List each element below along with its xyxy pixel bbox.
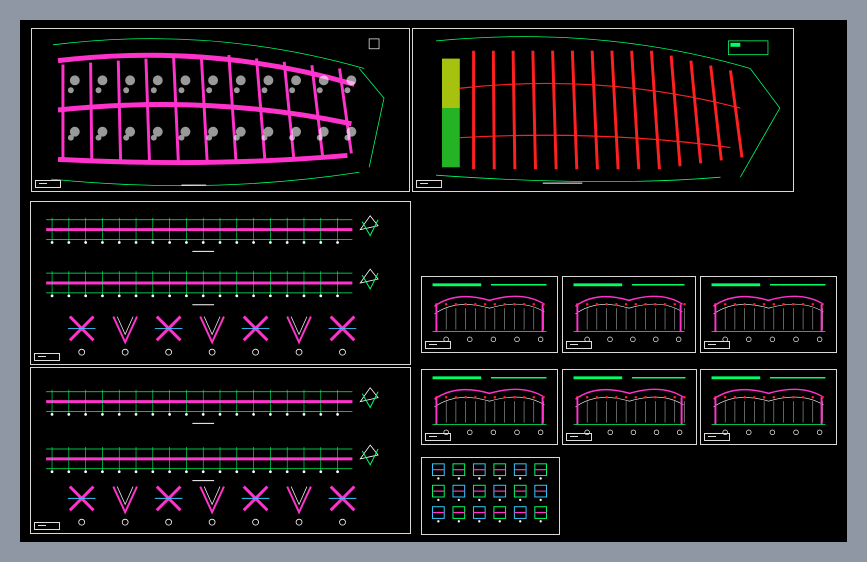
sheet-section-1[interactable] [421,276,558,353]
title-block [704,433,730,441]
title-block [425,433,451,441]
title-block [566,433,592,441]
beam-elevations-drawing-2 [46,387,379,526]
sheet-beam-elevations-2[interactable] [30,367,411,534]
sheet-plan-columns[interactable] [412,28,794,192]
sheet-section-5[interactable] [562,369,697,445]
sheet-section-6[interactable] [700,369,837,445]
title-block [704,341,730,349]
column-plan-drawing [436,36,781,184]
sheet-section-3[interactable] [700,276,837,353]
sheet-connection-details[interactable] [421,457,560,535]
sheet-section-2[interactable] [562,276,696,353]
title-block [35,180,61,188]
curved-plan-drawing [51,38,385,187]
cad-drawing-canvas[interactable] [20,20,847,542]
title-block [425,341,451,349]
beam-elevations-drawing-1 [46,215,379,356]
sheet-plan-curved[interactable] [31,28,410,192]
sheet-beam-elevations-1[interactable] [30,201,411,365]
title-block [34,353,60,361]
connection-details-drawing [432,463,548,523]
title-block [566,341,592,349]
title-block [34,522,60,530]
title-block [416,180,442,188]
sheet-section-4[interactable] [421,369,558,445]
